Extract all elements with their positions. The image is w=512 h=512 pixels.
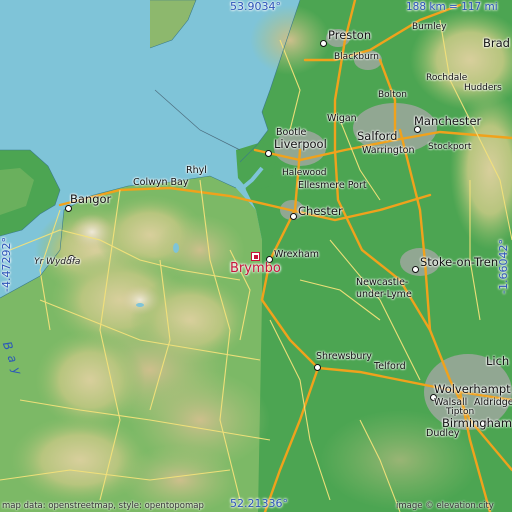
stoke-dot (412, 266, 419, 273)
terrain-map[interactable]: 53.9034° 52.21336° -4.47292° -1.66042° 1… (0, 0, 512, 512)
label-shrewsbury: Shrewsbury (316, 351, 372, 362)
scale-label: 188 km = 117 mi (406, 1, 498, 13)
bangor-dot (65, 205, 72, 212)
label-rochdale: Rochdale (426, 73, 468, 83)
label-bangor: Bangor (70, 192, 112, 206)
north-latitude: 53.9034° (230, 0, 281, 13)
label-newcastle-2: under-Lyme (356, 289, 412, 300)
label-stockport: Stockport (428, 142, 472, 152)
label-halewood: Halewood (282, 168, 327, 178)
label-wrexham: Wrexham (274, 249, 320, 260)
label-wigan: Wigan (327, 113, 357, 124)
label-salford: Salford (357, 129, 398, 143)
label-bolton: Bolton (378, 90, 407, 100)
label-warrington: Warrington (362, 145, 415, 156)
label-yrwyddfa: Yr Wyddfa (34, 257, 81, 267)
label-preston: Preston (328, 28, 372, 42)
shrewsbury-dot (314, 364, 321, 371)
label-newcastle-1: Newcastle- (356, 277, 409, 288)
label-bradford: Brad (483, 36, 510, 50)
label-blackburn: Blackburn (334, 52, 380, 62)
label-manchester: Manchester (414, 114, 482, 128)
label-ellesmere: Ellesmere Port (298, 180, 367, 191)
liverpool-dot (265, 150, 272, 157)
east-longitude: -1.66042° (497, 239, 510, 294)
label-chester: Chester (298, 204, 343, 218)
label-liverpool: Liverpool (274, 137, 327, 151)
label-stoke: Stoke-on-Tren (420, 255, 499, 269)
brymbo-marker[interactable] (251, 252, 260, 261)
label-dudley: Dudley (426, 428, 460, 439)
label-aldridge: Aldridge (474, 397, 512, 408)
west-longitude: -4.47292° (0, 237, 13, 292)
brymbo-label[interactable]: Brymbo (230, 262, 281, 275)
label-colwyn: Colwyn Bay (133, 177, 189, 188)
label-huddersfield: Hudders (464, 83, 502, 93)
chester-dot (290, 213, 297, 220)
label-lich: Lich (486, 354, 510, 368)
south-latitude: 52.21336° (230, 497, 288, 510)
label-wolverhampton: Wolverhampt (434, 382, 511, 396)
preston-dot (320, 40, 327, 47)
label-burnley: Burnley (412, 22, 447, 32)
label-rhyl: Rhyl (186, 165, 207, 176)
credit-right[interactable]: image © elevation.city (396, 501, 494, 511)
credit-left[interactable]: map data: openstreetmap, style: opentopo… (2, 501, 204, 511)
label-telford: Telford (374, 361, 406, 372)
